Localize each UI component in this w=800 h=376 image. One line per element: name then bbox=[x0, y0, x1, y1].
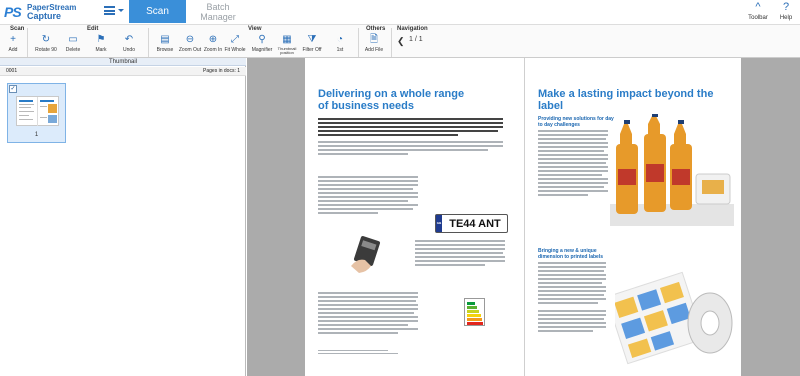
license-plate-image: GB TE44 ANT bbox=[435, 214, 508, 233]
group-scan-label: Scan bbox=[10, 26, 25, 32]
menu-button[interactable] bbox=[104, 5, 124, 17]
nav-arrows[interactable]: ❮ bbox=[397, 36, 406, 47]
help-icon: ? bbox=[782, 1, 790, 13]
thumbnail-position-label: Thumbnail position bbox=[277, 46, 297, 55]
group-view-label: View bbox=[248, 26, 262, 32]
magnifier-label: Magnifier bbox=[251, 47, 273, 53]
thumbnail-image bbox=[16, 96, 59, 126]
left-page-title: Delivering on a whole range of business … bbox=[318, 88, 465, 112]
group-navigation-label: Navigation bbox=[397, 26, 428, 32]
card-in-hand-image bbox=[351, 236, 381, 273]
divider bbox=[148, 28, 149, 57]
toolbar-label: Toolbar bbox=[748, 15, 768, 21]
first-page-label: 1st bbox=[336, 47, 344, 53]
zoom-in-icon: ⊕ bbox=[208, 34, 218, 45]
rotate-icon: ↻ bbox=[41, 34, 51, 45]
page-indicator: 1 / 1 bbox=[409, 36, 423, 43]
ribbon-toolbar: Scan Edit View Others Navigation + Add ↻… bbox=[0, 24, 800, 58]
divider bbox=[27, 28, 28, 57]
group-others-label: Others bbox=[366, 26, 386, 32]
document-left-page: Delivering on a whole range of business … bbox=[305, 58, 522, 376]
right-page-subtitle-1: Providing new solutions for day to day c… bbox=[538, 116, 614, 128]
label-rolls-image bbox=[615, 271, 733, 365]
bottles-image bbox=[610, 114, 734, 226]
browse-button[interactable]: ▤ Browse bbox=[154, 34, 176, 58]
thumbnail-checkbox[interactable]: ✓ bbox=[9, 85, 17, 93]
undo-icon: ↶ bbox=[124, 34, 134, 45]
logo-line2: Capture bbox=[27, 11, 62, 21]
rotate-button[interactable]: ↻ Rotate 90 bbox=[33, 34, 59, 58]
fit-whole-button[interactable]: ⤢ Fit Whole bbox=[224, 34, 246, 58]
undo-label: Undo bbox=[123, 47, 135, 53]
document-right-page: Make a lasting impact beyond the label P… bbox=[524, 58, 741, 376]
filter-icon: ⧩ bbox=[307, 34, 317, 45]
mark-label: Mark bbox=[95, 47, 107, 53]
tab-scan[interactable]: Scan bbox=[129, 0, 186, 23]
plate-region: GB bbox=[436, 215, 442, 232]
batch-id: 0001 bbox=[6, 68, 18, 74]
thumbnail-position-button[interactable]: ▦ Thumbnail position bbox=[274, 34, 300, 58]
group-edit-label: Edit bbox=[87, 26, 99, 32]
delete-label: Delete bbox=[65, 47, 81, 53]
browse-label: Browse bbox=[156, 47, 174, 53]
right-page-title: Make a lasting impact beyond the label bbox=[538, 88, 714, 112]
app-logo: PS PaperStream Capture bbox=[4, 3, 84, 21]
zoom-out-label: Zoom Out bbox=[178, 47, 202, 53]
thumbnail-number: 1 bbox=[34, 132, 39, 138]
flag-icon: ⚑ bbox=[96, 34, 106, 45]
rotate-label: Rotate 90 bbox=[35, 47, 57, 53]
toolbar-button[interactable]: ^ Toolbar bbox=[743, 1, 773, 21]
divider bbox=[358, 28, 359, 57]
add-file-button[interactable]: 🗎 Add File bbox=[362, 34, 386, 58]
zoom-out-icon: ⊖ bbox=[185, 34, 195, 45]
filter-off-label: Filter Off bbox=[302, 47, 322, 53]
batch-info-row: 0001 Pages in docs: 1 bbox=[0, 67, 246, 76]
add-file-label: Add File bbox=[364, 47, 384, 53]
tab-batch-manager[interactable]: Batch Manager bbox=[190, 0, 246, 23]
magnifier-icon: ⚲ bbox=[258, 34, 266, 45]
hamburger-icon bbox=[104, 6, 115, 15]
plate-text: TE44 ANT bbox=[449, 218, 501, 230]
top-bar: PS PaperStream Capture Scan Batch Manage… bbox=[0, 0, 800, 24]
mark-button[interactable]: ⚑ Mark bbox=[90, 34, 112, 58]
right-page-subtitle-2: Bringing a new & unique dimension to pri… bbox=[538, 248, 604, 260]
help-button[interactable]: ? Help bbox=[771, 1, 800, 21]
chevron-left-icon[interactable]: ❮ bbox=[397, 36, 406, 46]
image-viewer[interactable]: Delivering on a whole range of business … bbox=[247, 58, 800, 376]
fit-whole-icon: ⤢ bbox=[231, 34, 239, 45]
scanned-document: Delivering on a whole range of business … bbox=[305, 58, 741, 376]
add-icon: + bbox=[10, 34, 16, 45]
zoom-in-label: Zoom In bbox=[203, 47, 223, 53]
logo-mark: PS bbox=[4, 4, 22, 20]
chevron-down-icon bbox=[118, 9, 124, 12]
browse-icon: ▤ bbox=[160, 34, 170, 45]
thumbnail-item[interactable]: ✓ 1 bbox=[7, 83, 66, 143]
thumbnail-header: Thumbnail bbox=[0, 58, 246, 66]
help-label: Help bbox=[779, 15, 793, 21]
zoom-out-button[interactable]: ⊖ Zoom Out bbox=[178, 34, 202, 58]
add-file-icon: 🗎 bbox=[369, 34, 379, 45]
zoom-in-button[interactable]: ⊕ Zoom In bbox=[202, 34, 224, 58]
pages-count: Pages in docs: 1 bbox=[203, 68, 240, 74]
trash-icon: ▭ bbox=[68, 34, 78, 45]
first-page-icon: ◔ bbox=[336, 34, 344, 45]
add-button[interactable]: + Add bbox=[5, 34, 21, 58]
thumbnail-position-icon: ▦ bbox=[282, 34, 292, 45]
delete-button[interactable]: ▭ Delete bbox=[62, 34, 84, 58]
divider bbox=[391, 28, 392, 57]
filter-off-button[interactable]: ⧩ Filter Off bbox=[300, 34, 324, 58]
first-page-button[interactable]: ◔ 1st bbox=[330, 34, 350, 58]
thumbnail-panel: Thumbnail 0001 Pages in docs: 1 ✓ 1 bbox=[0, 58, 246, 376]
undo-button[interactable]: ↶ Undo bbox=[118, 34, 140, 58]
add-label: Add bbox=[8, 47, 18, 53]
energy-label-image bbox=[464, 298, 485, 326]
magnifier-button[interactable]: ⚲ Magnifier bbox=[250, 34, 274, 58]
fit-whole-label: Fit Whole bbox=[224, 47, 246, 53]
toolbar-icon: ^ bbox=[755, 1, 761, 13]
